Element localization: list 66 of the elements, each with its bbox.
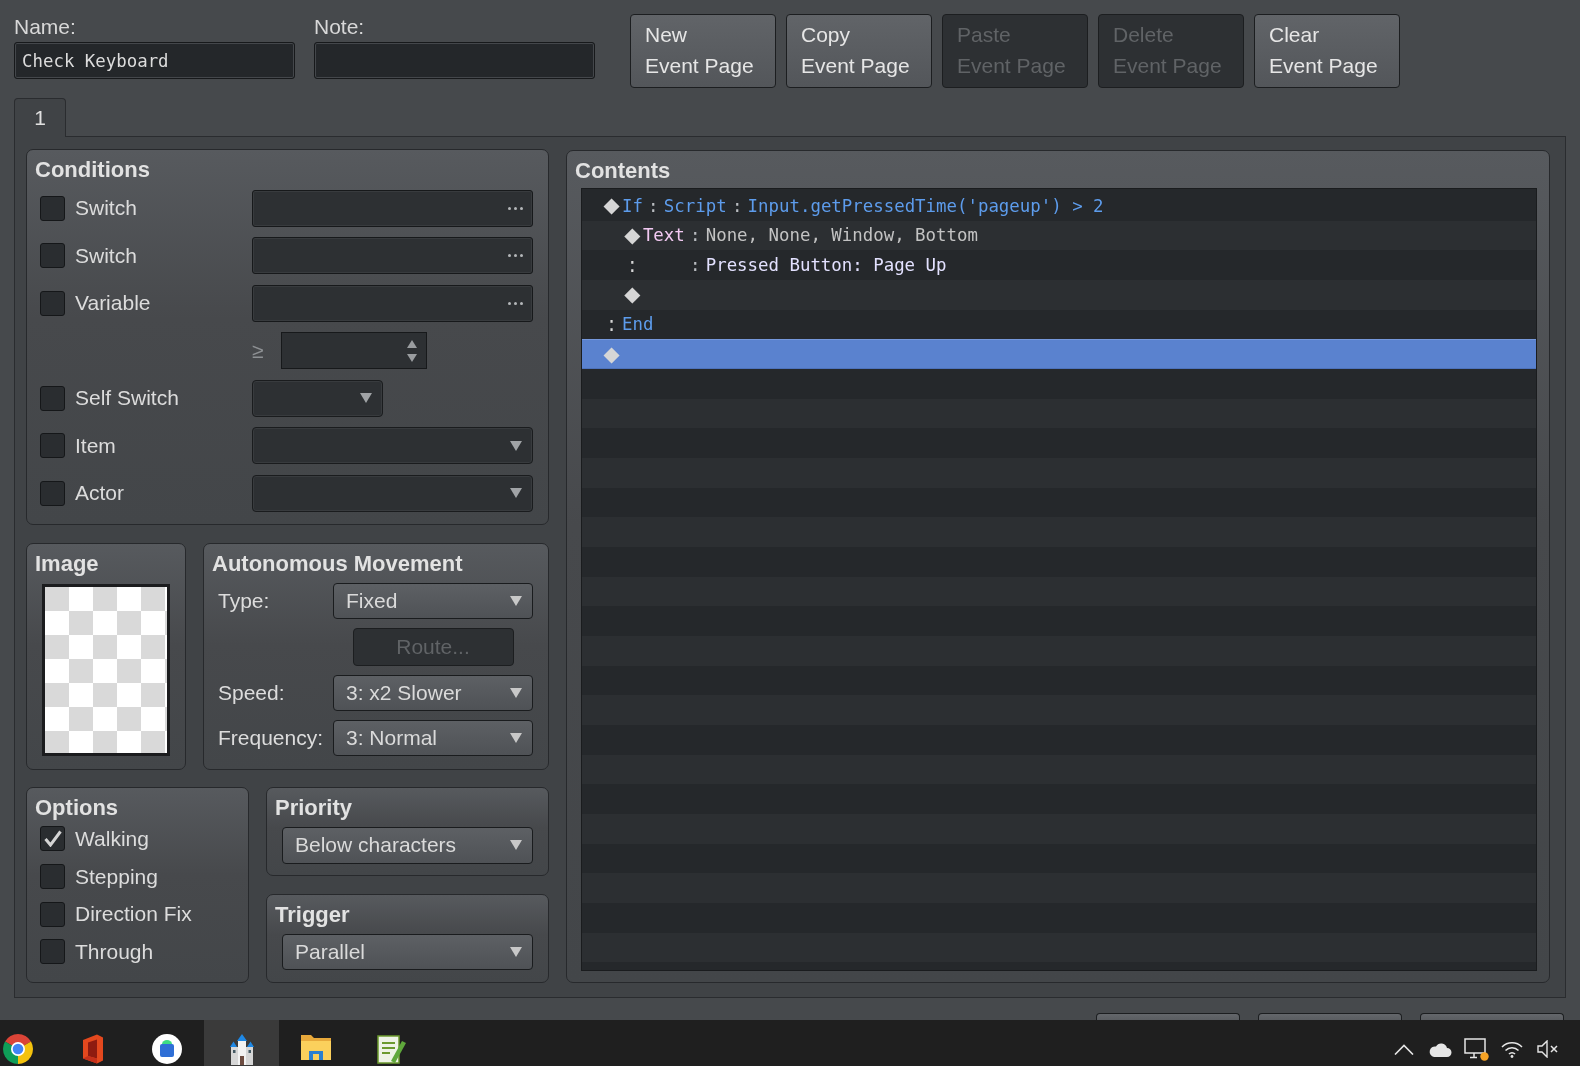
cloud-icon[interactable] <box>1428 1041 1452 1057</box>
dialog-button[interactable] <box>1420 1013 1564 1020</box>
panel-title: Contents <box>575 159 671 183</box>
panel-title: Trigger <box>275 902 350 927</box>
panel-title: Options <box>35 796 119 820</box>
caret-down-icon <box>510 840 522 851</box>
checkbox-label: Item <box>75 433 116 458</box>
round-logo-icon <box>151 1033 184 1065</box>
checkbox[interactable] <box>40 939 65 965</box>
checkbox[interactable] <box>40 901 65 927</box>
event-command[interactable]: : : Pressed Button: Page Up <box>582 250 1536 280</box>
panel-title: Priority <box>275 796 353 820</box>
notepad-icon <box>374 1033 407 1065</box>
name-input[interactable]: Check Keyboard <box>14 42 295 79</box>
taskbar-button[interactable] <box>204 1020 280 1066</box>
event-page-button[interactable]: New Event Page <box>630 14 776 88</box>
wifi-icon[interactable] <box>1501 1040 1523 1058</box>
monitor-icon[interactable] <box>1463 1037 1489 1061</box>
checkbox-label: Switch <box>75 243 137 268</box>
caret-down-icon <box>510 733 522 743</box>
muted-speaker-icon[interactable] <box>1537 1040 1559 1058</box>
note-input[interactable] <box>314 42 595 79</box>
field-label: Name: <box>14 14 76 39</box>
event-command[interactable]: : End <box>582 309 1536 340</box>
event-page-button[interactable]: Copy Event Page <box>786 14 932 88</box>
checkbox[interactable] <box>40 864 65 890</box>
checkbox-label: Switch <box>75 196 137 221</box>
dialog-button[interactable] <box>1096 1013 1240 1020</box>
dialog-button[interactable] <box>1258 1013 1402 1020</box>
checkmark-icon <box>43 830 62 848</box>
caret-down-icon <box>510 947 522 958</box>
field-label: Frequency: <box>218 726 324 750</box>
tricolor-ring-icon <box>2 1033 34 1065</box>
checkbox-label: Stepping <box>75 864 158 889</box>
checkbox-label: Through <box>75 939 154 964</box>
dropdown[interactable]: Below characters <box>282 827 533 864</box>
panel-title: Autonomous Movement <box>212 551 463 576</box>
field-label: Speed: <box>218 681 285 705</box>
caret-down-icon <box>510 688 522 698</box>
dropdown[interactable]: Parallel <box>282 933 533 971</box>
dropdown[interactable]: 3: Normal <box>333 720 533 756</box>
checkerboard-preview[interactable] <box>42 583 170 756</box>
checkbox-label: Direction Fix <box>75 902 192 927</box>
dropdown[interactable]: 3: x2 Slower <box>333 675 533 711</box>
event-command[interactable]: ◆Text : None, None, Window, Bottom <box>582 220 1536 251</box>
event-command[interactable]: ◆If : Script : Input.getPressedTime('pageup') > 2 <box>582 191 1536 221</box>
folder-icon <box>300 1033 333 1061</box>
panel-title: Conditions <box>35 158 150 182</box>
caret-down-icon <box>510 488 522 499</box>
checkbox-label: Walking <box>75 826 149 851</box>
field-label: Note: <box>314 14 365 39</box>
operator-label: ≥ <box>252 338 264 363</box>
checkbox-label: Self Switch <box>75 386 179 411</box>
chevron-up-icon[interactable] <box>1394 1043 1414 1055</box>
caret-down-icon <box>510 440 522 451</box>
panel-title: Image <box>35 551 99 576</box>
checkbox[interactable] <box>40 826 65 852</box>
caret-down-icon <box>510 596 522 606</box>
field-label: Type: <box>218 589 270 613</box>
event-page-button[interactable]: Clear Event Page <box>1254 14 1400 88</box>
caret-down-icon <box>360 393 372 404</box>
checkbox-label: Actor <box>75 481 124 506</box>
checkbox-label: Variable <box>75 291 151 316</box>
event-command[interactable]: ◆ <box>582 279 1536 310</box>
tab[interactable]: 1 <box>14 98 66 137</box>
dropdown[interactable]: Fixed <box>333 583 533 619</box>
